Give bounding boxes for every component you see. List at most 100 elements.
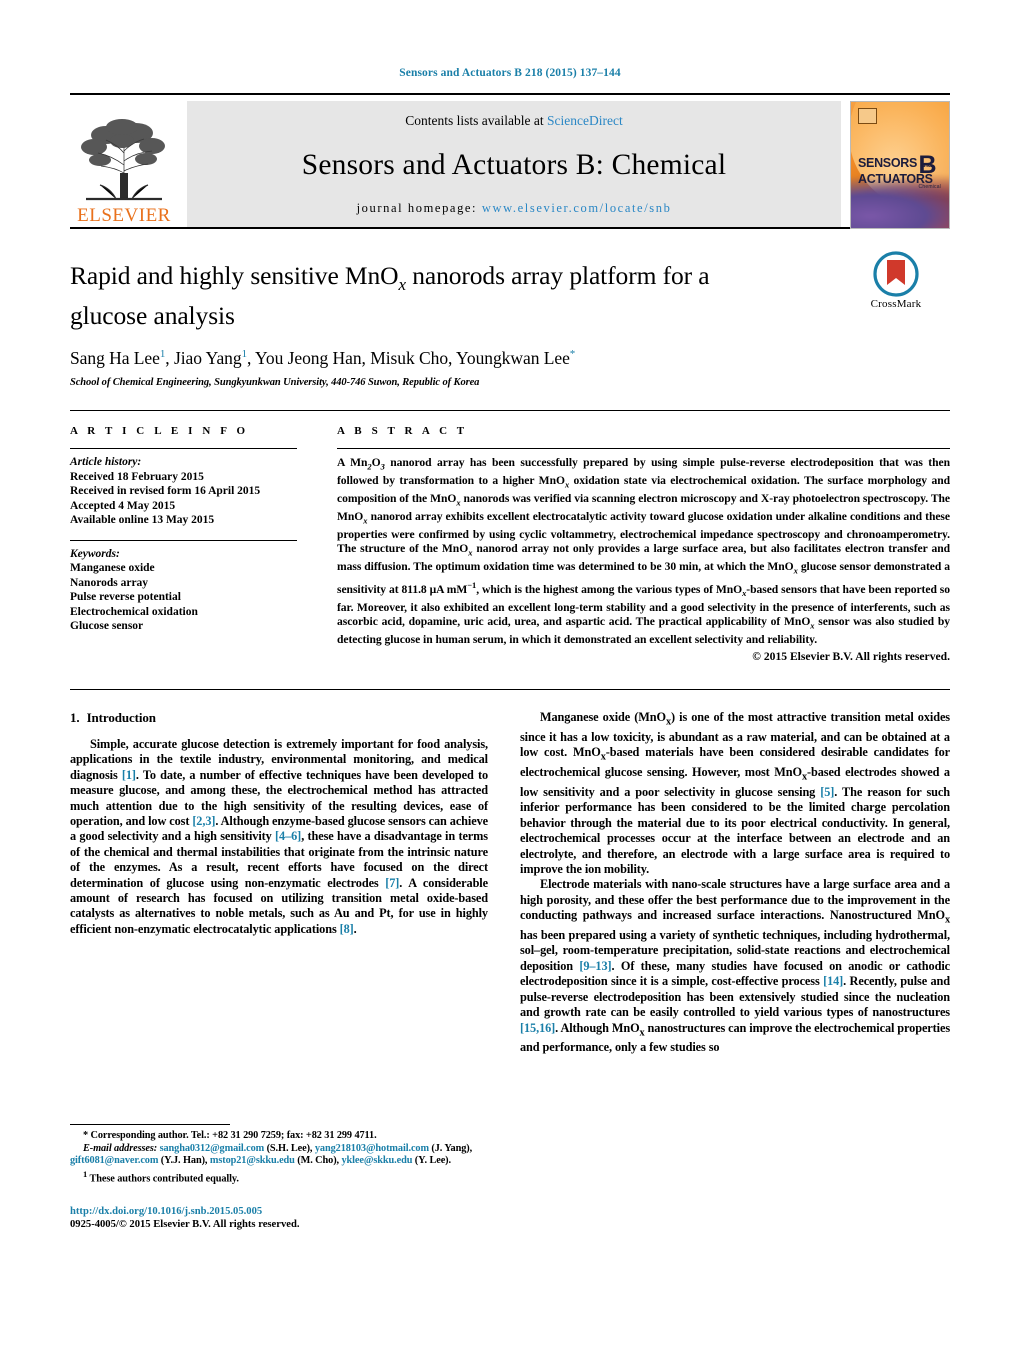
history-item-2: Accepted 4 May 2015	[70, 499, 176, 512]
author-4-mark[interactable]: *	[570, 348, 576, 360]
paragraph: Electrode materials with nano-scale stru…	[520, 877, 951, 1055]
citation-link[interactable]: [8]	[340, 922, 354, 936]
sciencedirect-link[interactable]: ScienceDirect	[547, 113, 623, 128]
abstract-heading: A B S T R A C T	[337, 425, 468, 438]
citation-link[interactable]: [15,16]	[520, 1021, 555, 1035]
crossmark-icon	[873, 251, 919, 297]
equal-contribution-note: 1 These authors contributed equally.	[70, 1168, 490, 1186]
author-0-mark[interactable]: 1	[160, 348, 166, 360]
citation-link[interactable]: [4–6]	[275, 829, 301, 843]
article-info-heading: A R T I C L E I N F O	[70, 425, 249, 438]
elsevier-tree-icon	[81, 119, 165, 201]
author-1: Jiao Yang	[173, 348, 242, 369]
doi-block: http://dx.doi.org/10.1016/j.snb.2015.05.…	[70, 1205, 490, 1231]
title-block: CrossMark Rapid and highly sensitive MnO…	[70, 229, 950, 388]
info-abstract-section: A R T I C L E I N F O Article history: R…	[70, 410, 950, 663]
email-link[interactable]: mstop21@skku.edu	[210, 1155, 295, 1166]
title-subscript: x	[398, 275, 406, 295]
keyword-0: Manganese oxide	[70, 562, 155, 575]
section-title: Introduction	[86, 709, 156, 725]
paragraph: Simple, accurate glucose detection is ex…	[70, 736, 489, 936]
corresponding-author-note: * Corresponding author. Tel.: +82 31 290…	[83, 1130, 377, 1141]
introduction-left-text: Simple, accurate glucose detection is ex…	[70, 737, 488, 937]
footnote-rule	[70, 1124, 230, 1125]
contents-line: Contents lists available at ScienceDirec…	[405, 113, 622, 129]
keyword-2: Pulse reverse potential	[70, 591, 181, 604]
citation-link[interactable]: [14]	[823, 974, 843, 988]
history-item-0: Received 18 February 2015	[70, 470, 204, 483]
elsevier-wordmark: ELSEVIER	[77, 205, 171, 226]
email-link[interactable]: yklee@skku.edu	[341, 1155, 412, 1166]
abstract-column: A B S T R A C T A Mn2O3 nanorod array ha…	[325, 425, 950, 663]
journal-homepage-line: journal homepage: www.elsevier.com/locat…	[357, 201, 672, 216]
subscript: 3	[380, 461, 385, 472]
citation-link[interactable]: [9–13]	[579, 959, 611, 973]
journal-banner: Contents lists available at ScienceDirec…	[187, 101, 841, 227]
article-history-label: Article history:	[70, 456, 142, 469]
author-list: Sang Ha Lee1, Jiao Yang1, You Jeong Han,…	[70, 348, 576, 369]
journal-masthead: ELSEVIER Contents lists available at Sci…	[70, 93, 950, 229]
equal-contribution-text: These authors contributed equally.	[89, 1173, 239, 1185]
page-title: Rapid and highly sensitive MnOx nanorods…	[70, 260, 770, 331]
email-addresses-label: E-mail addresses:	[83, 1142, 160, 1154]
keywords-block: Keywords: Manganese oxide Nanorods array…	[70, 541, 297, 634]
subscript: x	[564, 479, 570, 490]
email-link[interactable]: gift6081@naver.com	[70, 1155, 158, 1166]
subscript: x	[810, 620, 815, 631]
subscript: x	[793, 565, 798, 576]
author-0: Sang Ha Lee	[70, 348, 160, 369]
superscript: −1	[467, 580, 477, 591]
citation-link[interactable]: [7]	[385, 876, 399, 890]
equal-contribution-mark: 1	[83, 1168, 88, 1179]
subscript: x	[801, 771, 807, 783]
citation-link[interactable]: [1]	[122, 768, 136, 782]
doi-link[interactable]: http://dx.doi.org/10.1016/j.snb.2015.05.…	[70, 1205, 490, 1218]
subscript: 2	[367, 461, 372, 472]
email-addresses-note: E-mail addresses: sangha0312@gmail.com (…	[70, 1142, 473, 1167]
running-head: Sensors and Actuators B 218 (2015) 137–1…	[399, 67, 621, 79]
subscript: x	[639, 1026, 645, 1038]
abstract-copyright: © 2015 Elsevier B.V. All rights reserved…	[752, 649, 950, 663]
crossmark-badge-group[interactable]: CrossMark	[842, 251, 950, 310]
cover-line-1: SENSORS	[858, 156, 918, 170]
affiliation: School of Chemical Engineering, Sungkyun…	[70, 377, 480, 389]
crossmark-label: CrossMark	[870, 298, 922, 310]
title-part-1: Rapid and highly sensitive MnO	[70, 261, 399, 290]
journal-cover-thumbnail: SENSORS and ACTUATORS B Chemical	[850, 101, 950, 229]
journal-title: Sensors and Actuators B: Chemical	[301, 148, 727, 181]
history-item-3: Available online 13 May 2015	[70, 514, 215, 527]
subscript: x	[944, 914, 950, 926]
elsevier-logo: ELSEVIER	[70, 101, 178, 227]
citation-link[interactable]: [5]	[820, 785, 834, 799]
author-3: Misuk Cho	[370, 348, 449, 369]
keyword-4: Glucose sensor	[70, 620, 144, 633]
email-link[interactable]: yang218103@hotmail.com	[315, 1143, 429, 1154]
subscript: x	[456, 497, 461, 508]
email-link[interactable]: sangha0312@gmail.com	[160, 1143, 265, 1154]
homepage-prefix: journal homepage:	[356, 201, 482, 215]
section-heading-introduction: 1. Introduction	[70, 710, 488, 726]
subscript: x	[600, 751, 606, 763]
subscript: x	[665, 716, 672, 728]
body-column-right: Manganese oxide (MnOx) is one of the mos…	[520, 710, 950, 1056]
section-number: 1.	[70, 709, 80, 725]
subscript: x	[742, 588, 747, 599]
footnote-block: * Corresponding author. Tel.: +82 31 290…	[70, 1124, 490, 1231]
paper-page: Sensors and Actuators B 218 (2015) 137–1…	[0, 0, 1020, 1351]
journal-homepage-link[interactable]: www.elsevier.com/locate/snb	[482, 201, 672, 215]
issn-copyright-line: 0925-4005/© 2015 Elsevier B.V. All right…	[70, 1218, 300, 1230]
body-column-left: 1. Introduction Simple, accurate glucose …	[70, 710, 488, 1056]
cover-volume-letter: B Chemical	[918, 153, 941, 198]
subscript: x	[468, 547, 473, 558]
author-2: You Jeong Han	[255, 348, 362, 369]
paragraph: Manganese oxide (MnOx) is one of the mos…	[520, 709, 950, 876]
article-history: Article history: Received 18 February 20…	[70, 449, 297, 528]
cover-volume-sub: Chemical	[918, 184, 941, 190]
keyword-1: Nanorods array	[70, 576, 149, 589]
introduction-right-text: Manganese oxide (MnOx) is one of the mos…	[520, 710, 950, 1056]
citation-link[interactable]: [2,3]	[192, 814, 215, 828]
author-1-mark[interactable]: 1	[242, 348, 248, 360]
contents-prefix: Contents lists available at	[405, 113, 547, 128]
article-info-column: A R T I C L E I N F O Article history: R…	[70, 425, 325, 663]
subscript: x	[363, 515, 368, 526]
